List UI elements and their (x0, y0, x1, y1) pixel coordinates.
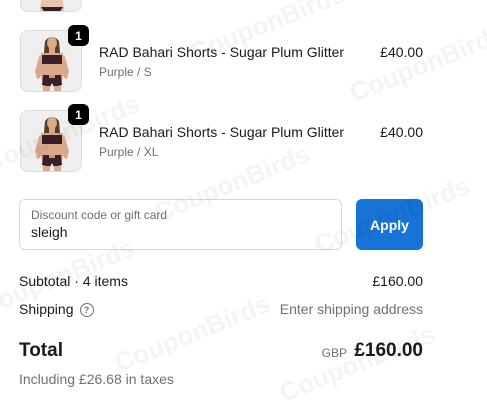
product-price: £40.00 (380, 124, 423, 140)
apply-discount-button[interactable]: Apply (356, 199, 423, 250)
discount-code-input[interactable]: sleigh (31, 224, 68, 240)
subtotal-label: Subtotal · 4 items (19, 273, 128, 289)
subtotal-value: £160.00 (372, 273, 423, 289)
product-variant: Purple / S (99, 65, 152, 79)
watermark: CouponBirds (275, 318, 439, 408)
watermark: CouponBirds (345, 18, 487, 108)
quantity-badge: 1 (68, 25, 89, 46)
total-label: Total (19, 340, 63, 361)
shipping-row-label: Shipping? (19, 301, 94, 318)
discount-code-label: Discount code or gift card (31, 208, 168, 222)
product-variant: Purple / XL (99, 145, 159, 159)
product-thumbnail-partial (20, 0, 82, 12)
product-price: £40.00 (380, 44, 423, 60)
shipping-value: Enter shipping address (279, 301, 423, 317)
discount-code-field[interactable]: Discount code or gift card sleigh (19, 199, 342, 250)
product-name: RAD Bahari Shorts - Sugar Plum Glitter (99, 124, 345, 140)
quantity-badge: 1 (68, 104, 89, 125)
watermark: CouponBirds (110, 288, 274, 378)
shipping-label: Shipping (19, 301, 74, 317)
total-amount: £160.00 (354, 340, 423, 361)
question-circle-icon[interactable]: ? (79, 303, 94, 318)
total-currency: GBP (321, 346, 347, 360)
taxes-note: Including £26.68 in taxes (19, 371, 174, 387)
product-name: RAD Bahari Shorts - Sugar Plum Glitter (99, 44, 345, 60)
